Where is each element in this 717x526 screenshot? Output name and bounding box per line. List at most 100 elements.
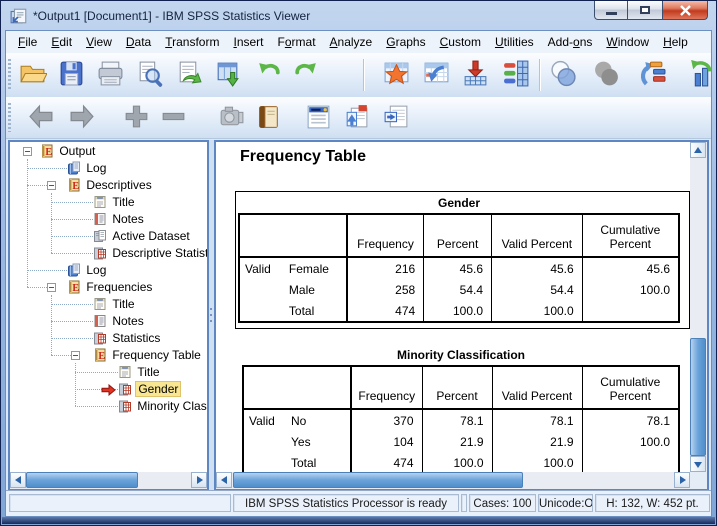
outline-item-descriptives[interactable]: E Descriptives [67,177,154,194]
menu-graphs[interactable]: Graphs [379,33,432,51]
output-horizontal-scrollbar[interactable] [216,472,690,489]
scroll-up-button[interactable] [690,142,706,158]
outline-item-gender[interactable]: Gender [118,381,181,398]
minimize-button[interactable] [594,1,628,20]
goto-case-icon [422,59,451,91]
menu-data[interactable]: Data [119,33,158,51]
demote-button[interactable] [63,100,99,136]
outline-item-label: Log [84,263,108,277]
log-icon [67,263,81,277]
scroll-right-button[interactable] [674,472,690,488]
goto-case-button[interactable] [417,56,455,94]
promote-button[interactable] [23,100,59,136]
outline-item-title[interactable]: Title [93,194,137,211]
menu-bar: FileEditViewDataTransformInsertFormatAna… [6,31,711,54]
hide-output-button[interactable] [213,100,249,136]
insert-variables-button[interactable] [456,56,494,94]
output-vertical-scrollbar[interactable] [690,142,707,472]
select-last-output-button[interactable] [300,100,336,136]
outline-item-title[interactable]: Title [93,296,137,313]
tree-collapse-toggle[interactable] [71,351,80,360]
chart-builder-button[interactable] [682,56,711,94]
scroll-down-button[interactable] [690,456,706,472]
output-heading[interactable]: Frequency Table [240,148,366,166]
insert-text-button[interactable] [378,100,414,136]
menu-transform[interactable]: Transform [158,33,226,51]
menu-utilities[interactable]: Utilities [488,33,541,51]
menu-help[interactable]: Help [656,33,695,51]
outline-item-log[interactable]: Log [67,262,108,279]
book-e-icon: E [67,280,81,294]
variables-button[interactable] [497,56,535,94]
insert-heading-button[interactable] [338,100,374,136]
undo-button[interactable] [249,56,287,94]
stats-icon [118,399,132,413]
menu-add-ons[interactable]: Add-ons [541,33,600,51]
open-button[interactable] [13,56,51,94]
outline-item-label: Frequency Table [110,348,203,362]
print-button[interactable] [91,56,129,94]
stats-icon [93,246,107,260]
menu-custom[interactable]: Custom [433,33,488,51]
outline-item-output[interactable]: E Output [40,143,97,160]
save-button[interactable] [52,56,90,94]
outline-horizontal-scrollbar[interactable] [10,472,207,489]
collapse-button[interactable] [155,100,191,136]
outline-item-descriptive-statist[interactable]: Descriptive Statist [93,245,207,262]
row-label-cell [243,431,287,452]
outline-item-notes[interactable]: Notes [93,313,146,330]
select-cases-button[interactable] [544,56,582,94]
expand-button[interactable] [118,100,154,136]
scroll-thumb[interactable] [233,472,523,488]
scroll-left-button[interactable] [10,472,26,488]
column-header: Frequency [351,366,422,409]
pivot-table-gender[interactable]: GenderFrequencyPercentValid PercentCumul… [235,191,690,329]
menu-analyze[interactable]: Analyze [323,33,380,51]
row-label-cell: Valid [239,257,285,279]
select-cases-icon [549,59,578,91]
outline-item-frequencies[interactable]: E Frequencies [67,279,154,296]
menu-format[interactable]: Format [271,33,323,51]
scroll-left-button[interactable] [216,472,232,488]
tree-collapse-toggle[interactable] [47,283,56,292]
menu-window[interactable]: Window [599,33,656,51]
title-bar[interactable]: *Output1 [Document1] - IBM SPSS Statisti… [2,2,715,30]
current-item-arrow-icon [101,383,116,395]
scroll-right-button[interactable] [191,472,207,488]
toolbar-grip[interactable] [8,103,11,132]
outline-item-statistics[interactable]: Statistics [93,330,162,347]
column-header: Valid Percent [492,214,583,257]
outline-item-active-dataset[interactable]: Active Dataset [93,228,192,245]
menu-insert[interactable]: Insert [226,33,270,51]
tree-collapse-toggle[interactable] [47,181,56,190]
pivot-table-minority-classification[interactable]: Minority ClassificationFrequencyPercentV… [242,346,680,472]
scroll-thumb[interactable] [26,472,138,488]
show-tree-button[interactable] [632,56,670,94]
maximize-button[interactable] [628,1,662,20]
scroll-thumb[interactable] [690,338,706,456]
tree-collapse-toggle[interactable] [23,147,32,156]
outline-item-log[interactable]: Log [67,160,108,177]
menu-file[interactable]: File [11,33,44,51]
goto-data-button[interactable] [208,56,246,94]
outline-item-minority-class[interactable]: Minority Class [118,398,207,415]
outline-item-label: Notes [110,314,145,328]
book-e-icon: E [67,178,81,192]
outline-item-notes[interactable]: Notes [93,211,146,228]
print-preview-button[interactable] [130,56,168,94]
close-button[interactable] [662,1,708,20]
menu-edit[interactable]: Edit [44,33,79,51]
recall-dialogs-button[interactable] [377,56,415,94]
export-button[interactable] [169,56,207,94]
show-output-button[interactable] [250,100,286,136]
export-icon [174,59,203,91]
status-unicode: Unicode:ON [538,494,593,512]
redo-button[interactable] [287,56,325,94]
split-file-button[interactable] [587,56,625,94]
toolbar-grip[interactable] [8,59,11,91]
undo-icon [254,59,283,91]
window-title: *Output1 [Document1] - IBM SPSS Statisti… [33,9,310,23]
outline-item-frequency-table[interactable]: E Frequency Table [93,347,203,364]
outline-item-title[interactable]: Title [118,364,162,381]
menu-view[interactable]: View [79,33,119,51]
